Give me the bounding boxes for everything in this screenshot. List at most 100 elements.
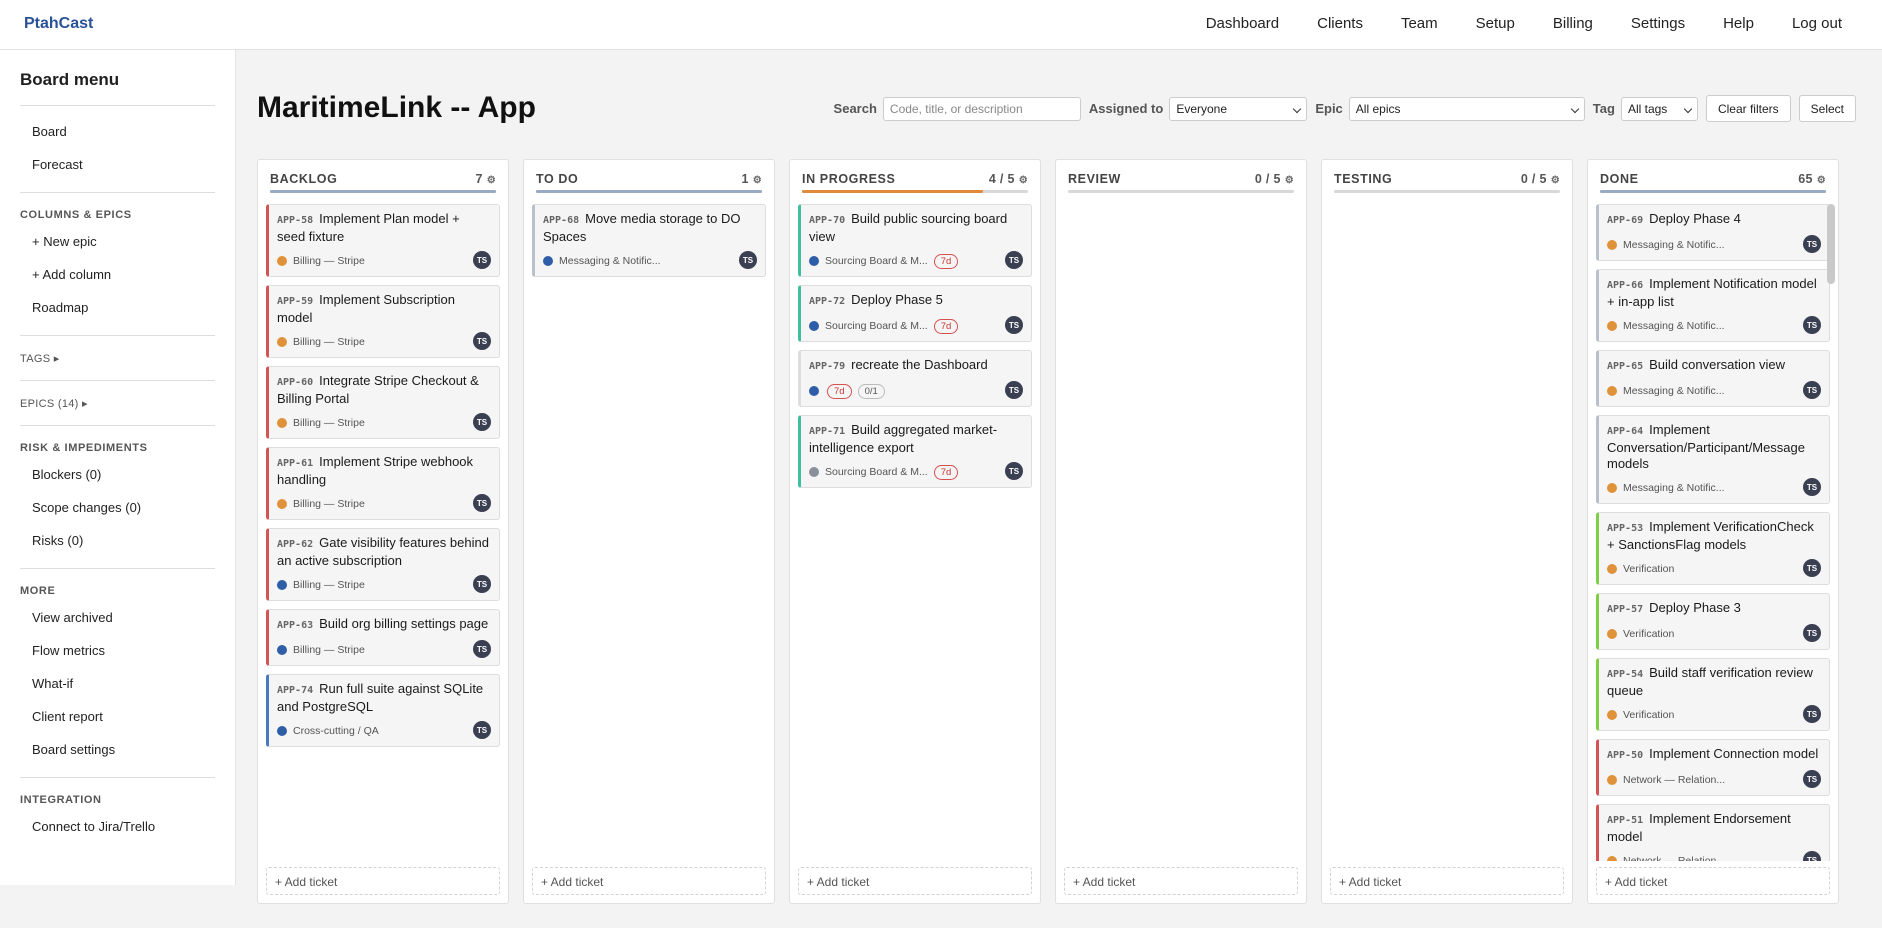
nav-billing[interactable]: Billing [1553, 15, 1593, 32]
gear-icon[interactable]: ⚙ [1019, 175, 1028, 186]
ticket-name: Deploy Phase 3 [1649, 600, 1741, 615]
sidebar-item-blockers[interactable]: Blockers (0) [20, 459, 215, 492]
assignee-avatar: TS [473, 494, 491, 512]
nav-team[interactable]: Team [1401, 15, 1438, 32]
ticket-card[interactable]: APP-54 Build staff verification review qu… [1596, 658, 1830, 731]
clear-filters-button[interactable]: Clear filters [1705, 95, 1791, 122]
ticket-card[interactable]: APP-53 Implement VerificationCheck + Sanc… [1596, 512, 1830, 585]
ticket-card[interactable]: APP-71 Build aggregated market-intelligen… [798, 415, 1032, 488]
sidebar-item-scope-changes[interactable]: Scope changes (0) [20, 492, 215, 525]
nav-dashboard[interactable]: Dashboard [1206, 15, 1279, 32]
epic-label: Billing — Stripe [293, 579, 365, 591]
ticket-card[interactable]: APP-70 Build public sourcing board view So… [798, 204, 1032, 277]
add-ticket-button[interactable]: + Add ticket [266, 867, 500, 895]
ticket-name: Build conversation view [1649, 357, 1785, 372]
epic-select[interactable]: All epics [1348, 96, 1585, 121]
assignee-avatar: TS [473, 640, 491, 658]
select-button[interactable]: Select [1798, 95, 1856, 122]
column-progress-bar [1068, 190, 1294, 193]
ticket-title: APP-69 Deploy Phase 4 [1607, 211, 1821, 229]
ticket-card[interactable]: APP-72 Deploy Phase 5 Sourcing Board & M..… [798, 285, 1032, 342]
epic-color-dot [277, 337, 287, 347]
ticket-card[interactable]: APP-68 Move media storage to DO Spaces Mes… [532, 204, 766, 277]
ticket-title: APP-61 Implement Stripe webhook handling [277, 454, 491, 488]
ticket-card[interactable]: APP-60 Integrate Stripe Checkout & Billin… [266, 366, 500, 439]
ticket-card[interactable]: APP-58 Implement Plan model + seed fixtur… [266, 204, 500, 277]
wip-count: 0 / 5 [1254, 172, 1281, 186]
add-ticket-button[interactable]: + Add ticket [532, 867, 766, 895]
ticket-card[interactable]: APP-61 Implement Stripe webhook handling B… [266, 447, 500, 520]
add-ticket-button[interactable]: + Add ticket [798, 867, 1032, 895]
section-epics-toggle[interactable]: EPICS (14) ▸ [20, 389, 215, 415]
ticket-card[interactable]: APP-79 recreate the Dashboard 7d 0/1 TS [798, 350, 1032, 407]
sidebar-item-board-settings[interactable]: Board settings [20, 734, 215, 767]
sidebar-item-board[interactable]: Board [20, 116, 215, 149]
sidebar-item-flow-metrics[interactable]: Flow metrics [20, 635, 215, 668]
board-menu-title: Board menu [20, 70, 215, 106]
ticket-meta: Verification [1607, 625, 1821, 643]
sidebar-item-client-report[interactable]: Client report [20, 701, 215, 734]
ticket-code: APP-74 [277, 685, 314, 696]
ticket-title: APP-68 Move media storage to DO Spaces [543, 211, 757, 245]
column-count: 0 / 5 ⚙ [1521, 172, 1560, 186]
epic-label: Sourcing Board & M... [825, 255, 928, 267]
ticket-code: APP-69 [1607, 215, 1644, 226]
age-badge: 7d [827, 383, 852, 399]
gear-icon[interactable]: ⚙ [487, 175, 496, 186]
ticket-card[interactable]: APP-50 Implement Connection model Network … [1596, 739, 1830, 796]
add-ticket-button[interactable]: + Add ticket [1064, 867, 1298, 895]
sidebar-item-forecast[interactable]: Forecast [20, 149, 215, 182]
ticket-card[interactable]: APP-74 Run full suite against SQLite and … [266, 674, 500, 747]
section-tags-toggle[interactable]: TAGS ▸ [20, 344, 215, 370]
ticket-code: APP-70 [809, 215, 846, 226]
ticket-title: APP-60 Integrate Stripe Checkout & Billin… [277, 373, 491, 407]
age-badge: 7d [933, 253, 959, 269]
nav-settings[interactable]: Settings [1631, 15, 1685, 32]
column-done: DONE 65 ⚙ APP-69 Deploy Phase 4 Messaging & N… [1587, 159, 1839, 904]
add-ticket-button[interactable]: + Add ticket [1330, 867, 1564, 895]
assigned-select[interactable]: Everyone [1169, 96, 1308, 121]
nav-help[interactable]: Help [1723, 15, 1754, 32]
ticket-card[interactable]: APP-62 Gate visibility features behind an… [266, 528, 500, 601]
assignee-avatar: TS [473, 251, 491, 269]
gear-icon[interactable]: ⚙ [1817, 175, 1826, 186]
ticket-card[interactable]: APP-64 Implement Conversation/Participant… [1596, 415, 1830, 504]
ticket-card[interactable]: APP-65 Build conversation view Messaging &… [1596, 350, 1830, 407]
sidebar-item-risks[interactable]: Risks (0) [20, 525, 215, 558]
ticket-card[interactable]: APP-59 Implement Subscription model Billin… [266, 285, 500, 358]
sidebar-item-new-epic[interactable]: + New epic [20, 226, 215, 259]
sidebar-item-add-column[interactable]: + Add column [20, 259, 215, 292]
brand-logo[interactable]: PtahCast [24, 15, 93, 33]
nav-logout[interactable]: Log out [1792, 15, 1842, 32]
sidebar-item-view-archived[interactable]: View archived [20, 602, 215, 635]
tag-select[interactable]: All tags [1620, 96, 1698, 121]
card-list [1330, 204, 1564, 861]
epic-color-dot [1607, 856, 1617, 861]
ticket-meta: Messaging & Notific... [1607, 479, 1821, 497]
ticket-code: APP-60 [277, 377, 314, 388]
card-list: APP-58 Implement Plan model + seed fixtur… [266, 204, 500, 861]
search-input[interactable]: Code, title, or description [882, 96, 1081, 121]
epic-color-dot [543, 256, 553, 266]
gear-icon[interactable]: ⚙ [1551, 175, 1560, 186]
scrollbar-thumb[interactable] [1827, 204, 1835, 284]
ticket-card[interactable]: APP-66 Implement Notification model + in-… [1596, 269, 1830, 342]
ticket-card[interactable]: APP-57 Deploy Phase 3 Verification TS [1596, 593, 1830, 650]
ticket-code: APP-65 [1607, 361, 1644, 372]
add-ticket-button[interactable]: + Add ticket [1596, 867, 1830, 895]
nav-setup[interactable]: Setup [1476, 15, 1515, 32]
ticket-card[interactable]: APP-63 Build org billing settings page Bil… [266, 609, 500, 666]
sidebar-item-what-if[interactable]: What-if [20, 668, 215, 701]
sidebar-item-roadmap[interactable]: Roadmap [20, 292, 215, 325]
ticket-card[interactable]: APP-69 Deploy Phase 4 Messaging & Notific.… [1596, 204, 1830, 261]
ticket-card[interactable]: APP-51 Implement Endorsement model Network… [1596, 804, 1830, 861]
gear-icon[interactable]: ⚙ [753, 175, 762, 186]
sidebar-item-connect-jira[interactable]: Connect to Jira/Trello [20, 811, 215, 844]
nav-clients[interactable]: Clients [1317, 15, 1363, 32]
gear-icon[interactable]: ⚙ [1285, 175, 1294, 186]
ticket-meta: Verification [1607, 560, 1821, 578]
assignee-avatar: TS [1803, 770, 1821, 788]
ticket-title: APP-54 Build staff verification review qu… [1607, 665, 1821, 699]
column-progress-fill [1600, 190, 1826, 193]
epic-color-dot [1607, 483, 1617, 493]
